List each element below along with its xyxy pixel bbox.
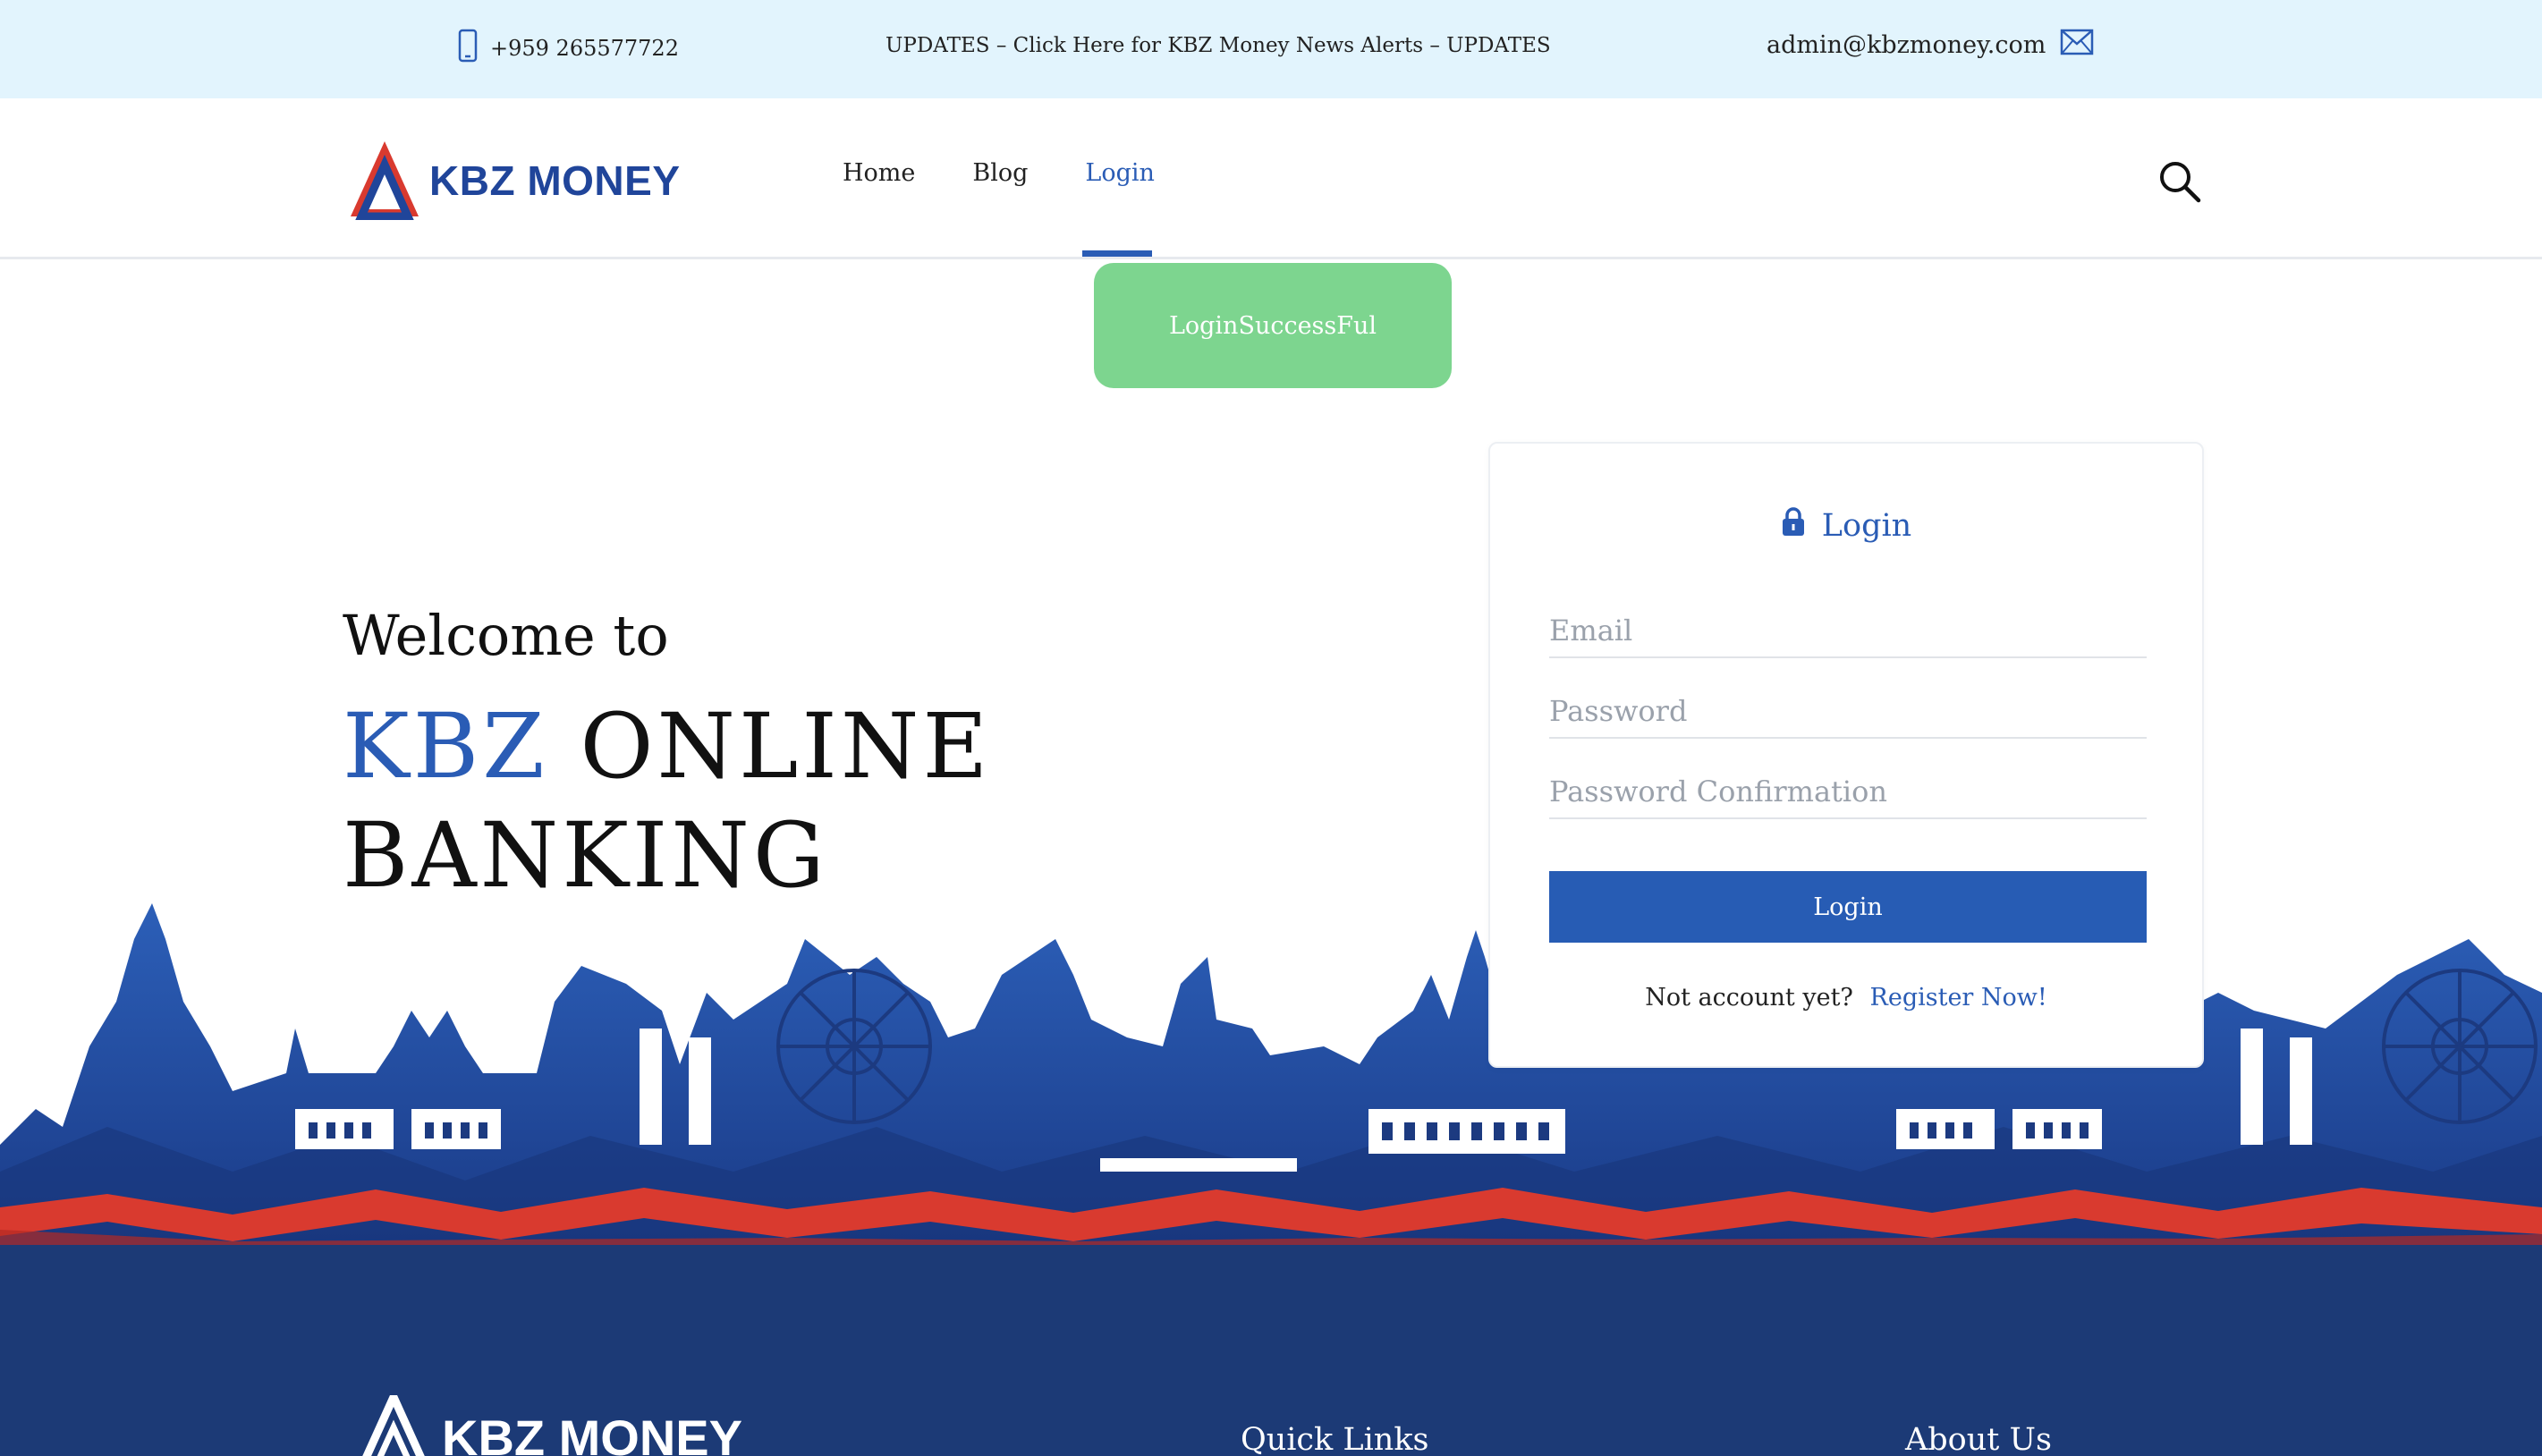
login-card: Login Login Not account yet? Register No… <box>1488 442 2204 1068</box>
nav-blog[interactable]: Blog <box>972 159 1028 187</box>
no-account-text: Not account yet? <box>1645 984 1853 1012</box>
top-info-bar: +959 265577722 UPDATES – Click Here for … <box>0 0 2542 98</box>
phone-icon <box>458 29 478 68</box>
brand-name: KBZ MONEY <box>429 157 681 204</box>
nav-login[interactable]: Login <box>1085 159 1155 187</box>
hero-title-line1: ONLINE <box>547 694 992 799</box>
contact-phone[interactable]: +959 265577722 <box>458 29 679 68</box>
nav-home[interactable]: Home <box>843 159 915 187</box>
contact-email[interactable]: admin@kbzmoney.com <box>1767 29 2094 62</box>
hero-welcome: Welcome to <box>343 603 669 668</box>
login-success-toast: LoginSuccessFul <box>1094 263 1452 388</box>
footer-quick-links-heading: Quick Links <box>1241 1422 1429 1456</box>
email-field[interactable] <box>1549 605 2147 656</box>
email-address: admin@kbzmoney.com <box>1767 31 2046 59</box>
hero-title-accent: KBZ <box>343 694 548 799</box>
search-icon[interactable] <box>2156 157 2206 207</box>
phone-number: +959 265577722 <box>490 36 679 61</box>
footer-brand-logo[interactable]: KBZ MONEY <box>358 1387 742 1456</box>
hero-title-line2: BANKING <box>343 803 828 908</box>
lock-icon <box>1781 506 1806 545</box>
password-confirmation-field-wrapper <box>1549 766 2147 819</box>
hero-title: KBZ ONLINE BANKING <box>343 692 991 910</box>
hero-section: Welcome to KBZ ONLINE BANKING <box>343 608 991 910</box>
email-field-wrapper <box>1549 605 2147 658</box>
login-title-text: Login <box>1821 507 1912 544</box>
active-nav-indicator <box>1082 250 1152 257</box>
logo-mark-icon <box>349 138 420 224</box>
password-confirmation-field[interactable] <box>1549 766 2147 817</box>
envelope-icon <box>2060 29 2094 62</box>
site-footer: KBZ MONEY Quick Links About Us <box>0 1245 2542 1456</box>
brand-logo[interactable]: KBZ MONEY <box>349 138 681 224</box>
login-card-title: Login <box>1490 506 2202 545</box>
main-nav: Home Blog Login <box>843 159 1155 187</box>
news-updates-link[interactable]: UPDATES – Click Here for KBZ Money News … <box>885 34 1551 57</box>
password-field-wrapper <box>1549 685 2147 739</box>
password-field[interactable] <box>1549 685 2147 737</box>
register-prompt: Not account yet? Register Now! <box>1490 984 2202 1012</box>
footer-about-heading: About Us <box>1905 1422 2052 1456</box>
site-header: KBZ MONEY Home Blog Login <box>0 98 2542 259</box>
login-button[interactable]: Login <box>1549 871 2147 943</box>
footer-logo-mark-icon <box>358 1387 429 1456</box>
footer-brand-name: KBZ MONEY <box>442 1409 742 1456</box>
register-link[interactable]: Register Now! <box>1870 984 2047 1012</box>
